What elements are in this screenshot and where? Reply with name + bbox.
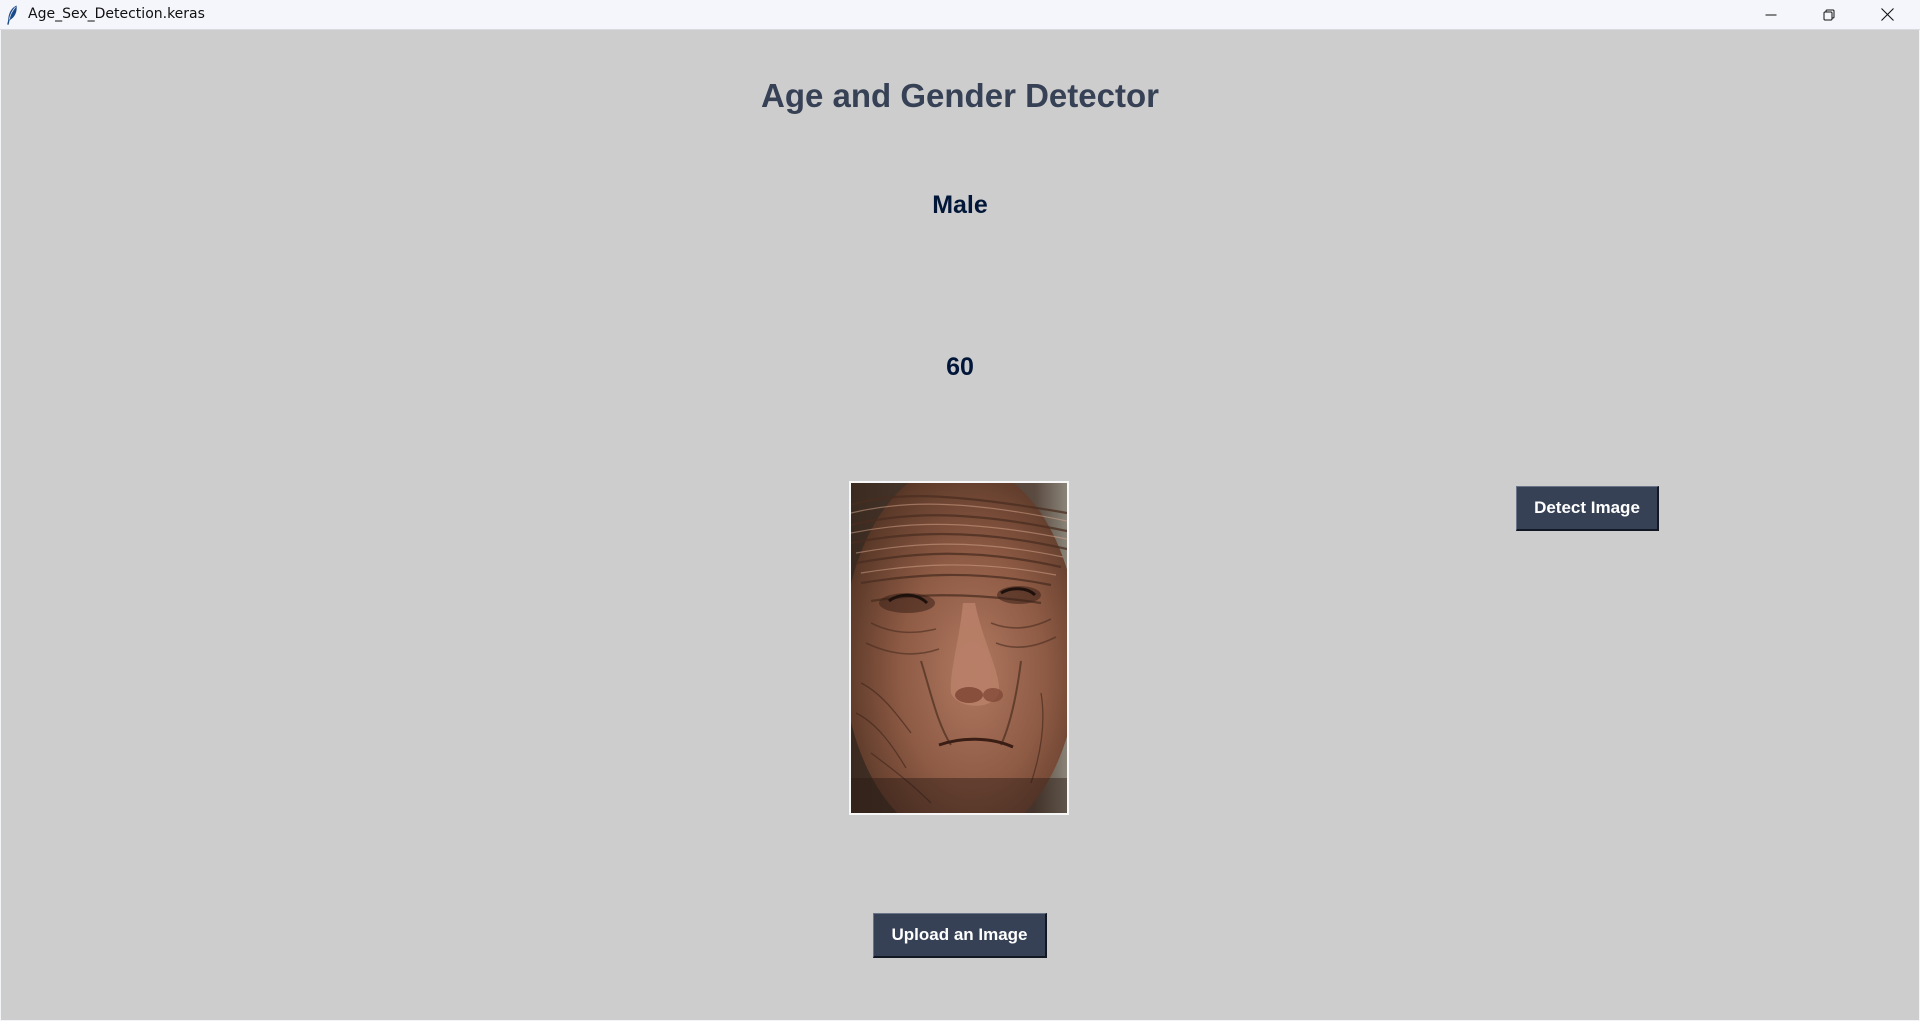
face-photo <box>851 483 1067 813</box>
detect-image-button[interactable]: Detect Image <box>1516 486 1659 531</box>
gender-result-label: Male <box>932 191 988 219</box>
close-button[interactable] <box>1858 0 1916 29</box>
title-bar[interactable]: Age_Sex_Detection.keras <box>0 0 1920 30</box>
app-window: Age_Sex_Detection.keras Age and Gender D… <box>0 0 1920 1021</box>
upload-image-button[interactable]: Upload an Image <box>873 913 1047 958</box>
restore-icon <box>1823 9 1835 20</box>
app-heading: Age and Gender Detector <box>761 77 1159 114</box>
minimize-icon <box>1765 14 1777 15</box>
main-panel: Age and Gender Detector Male 60 Detect I… <box>1 30 1919 1020</box>
close-icon <box>1880 8 1894 21</box>
age-result-label: 60 <box>946 353 974 381</box>
feather-icon <box>7 5 17 25</box>
minimize-button[interactable] <box>1742 0 1800 29</box>
window-title: Age_Sex_Detection.keras <box>28 6 205 22</box>
restore-button[interactable] <box>1800 0 1858 29</box>
uploaded-image <box>849 481 1069 815</box>
